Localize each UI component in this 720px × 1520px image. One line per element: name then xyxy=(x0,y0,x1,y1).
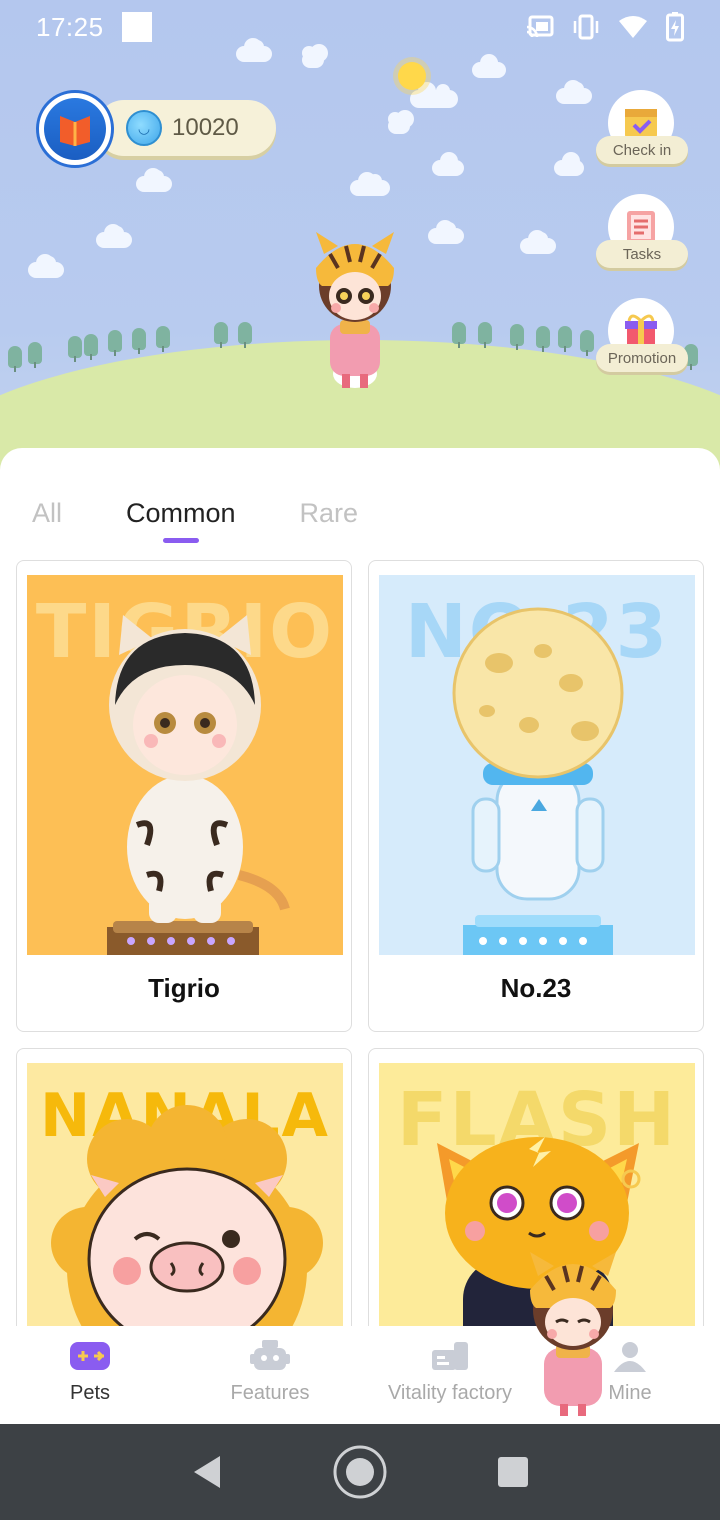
system-navigation-bar xyxy=(0,1424,720,1520)
tasks-button[interactable]: Tasks xyxy=(596,194,688,280)
robot-icon xyxy=(250,1340,290,1370)
tab-all[interactable]: All xyxy=(32,498,62,529)
cloud xyxy=(520,230,556,254)
tiger-boy-illustration xyxy=(107,615,290,955)
promotion-button[interactable]: Promotion xyxy=(596,298,688,384)
pet-list-panel: All Common Rare TIGRIO xyxy=(0,448,720,1520)
pet-category-tabs: All Common Rare xyxy=(32,498,422,543)
pet-poster: NO.23 xyxy=(379,575,695,955)
vibrate-icon xyxy=(573,14,599,40)
recents-button[interactable] xyxy=(483,1442,543,1502)
floating-pet-character[interactable] xyxy=(508,1244,638,1420)
home-circle-icon xyxy=(333,1445,387,1499)
status-bar: 17:25 xyxy=(0,0,720,54)
status-icons xyxy=(526,12,684,42)
tree xyxy=(214,322,228,348)
cloud xyxy=(554,152,584,176)
notification-icon xyxy=(121,12,152,42)
app-logo-avatar[interactable] xyxy=(36,90,114,168)
home-button[interactable] xyxy=(330,1442,390,1502)
tree xyxy=(238,322,252,348)
promotion-label: Promotion xyxy=(596,344,688,372)
cloud xyxy=(410,82,458,108)
pet-card-tigrio[interactable]: TIGRIO Tigrio xyxy=(16,560,352,1032)
pet-character[interactable] xyxy=(290,224,420,394)
pet-name: Tigrio xyxy=(148,973,220,1003)
status-time: 17:25 xyxy=(36,11,104,42)
nav-features-label: Features xyxy=(230,1382,310,1404)
coin-icon: ◡ xyxy=(126,110,162,146)
sun-icon xyxy=(398,62,426,90)
pet-scene: 17:25 ◡ 10020 Check in Tasks Promotion xyxy=(0,0,720,470)
tab-rare[interactable]: Rare xyxy=(300,498,359,529)
battery-icon xyxy=(666,12,684,42)
tree xyxy=(478,322,492,348)
back-triangle-icon xyxy=(193,1456,220,1488)
check-in-label: Check in xyxy=(596,136,688,164)
cloud xyxy=(28,254,64,278)
cast-icon xyxy=(526,15,554,38)
tree xyxy=(8,346,22,372)
back-button[interactable] xyxy=(177,1442,237,1502)
tree xyxy=(68,336,82,362)
active-tab-indicator xyxy=(162,538,199,543)
cloud xyxy=(556,80,592,104)
tree xyxy=(452,322,466,348)
cloud xyxy=(96,224,132,248)
tree xyxy=(84,334,98,360)
cloud xyxy=(472,54,506,78)
book-logo-icon xyxy=(44,98,106,160)
tab-common-label: Common xyxy=(126,498,236,528)
gamepad-icon xyxy=(70,1342,110,1370)
cloud xyxy=(428,220,464,244)
moon-astronaut-illustration xyxy=(452,607,624,955)
tree xyxy=(580,330,594,356)
nav-features[interactable]: Features xyxy=(180,1326,360,1424)
nav-vitality-factory-label: Vitality factory xyxy=(387,1382,513,1404)
tree xyxy=(558,326,572,352)
tree xyxy=(156,326,170,352)
tree xyxy=(28,342,42,368)
tasks-label: Tasks xyxy=(596,240,688,268)
nav-pets[interactable]: Pets xyxy=(0,1326,180,1424)
tree xyxy=(536,326,550,352)
tree xyxy=(108,330,122,356)
pet-card-no23[interactable]: NO.23 No.23 xyxy=(368,560,704,1032)
tab-common[interactable]: Common xyxy=(126,498,236,543)
check-in-button[interactable]: Check in xyxy=(596,90,688,176)
coin-value: 10020 xyxy=(172,114,239,141)
wifi-icon xyxy=(619,16,647,38)
cloud xyxy=(136,168,172,192)
cloud xyxy=(388,110,414,134)
pet-name: No.23 xyxy=(500,973,572,1003)
nav-pets-label: Pets xyxy=(69,1382,111,1404)
cloud xyxy=(432,152,464,176)
factory-icon xyxy=(432,1342,468,1370)
cloud xyxy=(302,44,328,68)
recents-square-icon xyxy=(498,1457,529,1487)
pet-poster: TIGRIO xyxy=(27,575,343,955)
cloud xyxy=(350,172,390,196)
coin-balance[interactable]: ◡ 10020 xyxy=(96,100,276,156)
tree xyxy=(510,324,524,350)
tree xyxy=(132,328,146,354)
